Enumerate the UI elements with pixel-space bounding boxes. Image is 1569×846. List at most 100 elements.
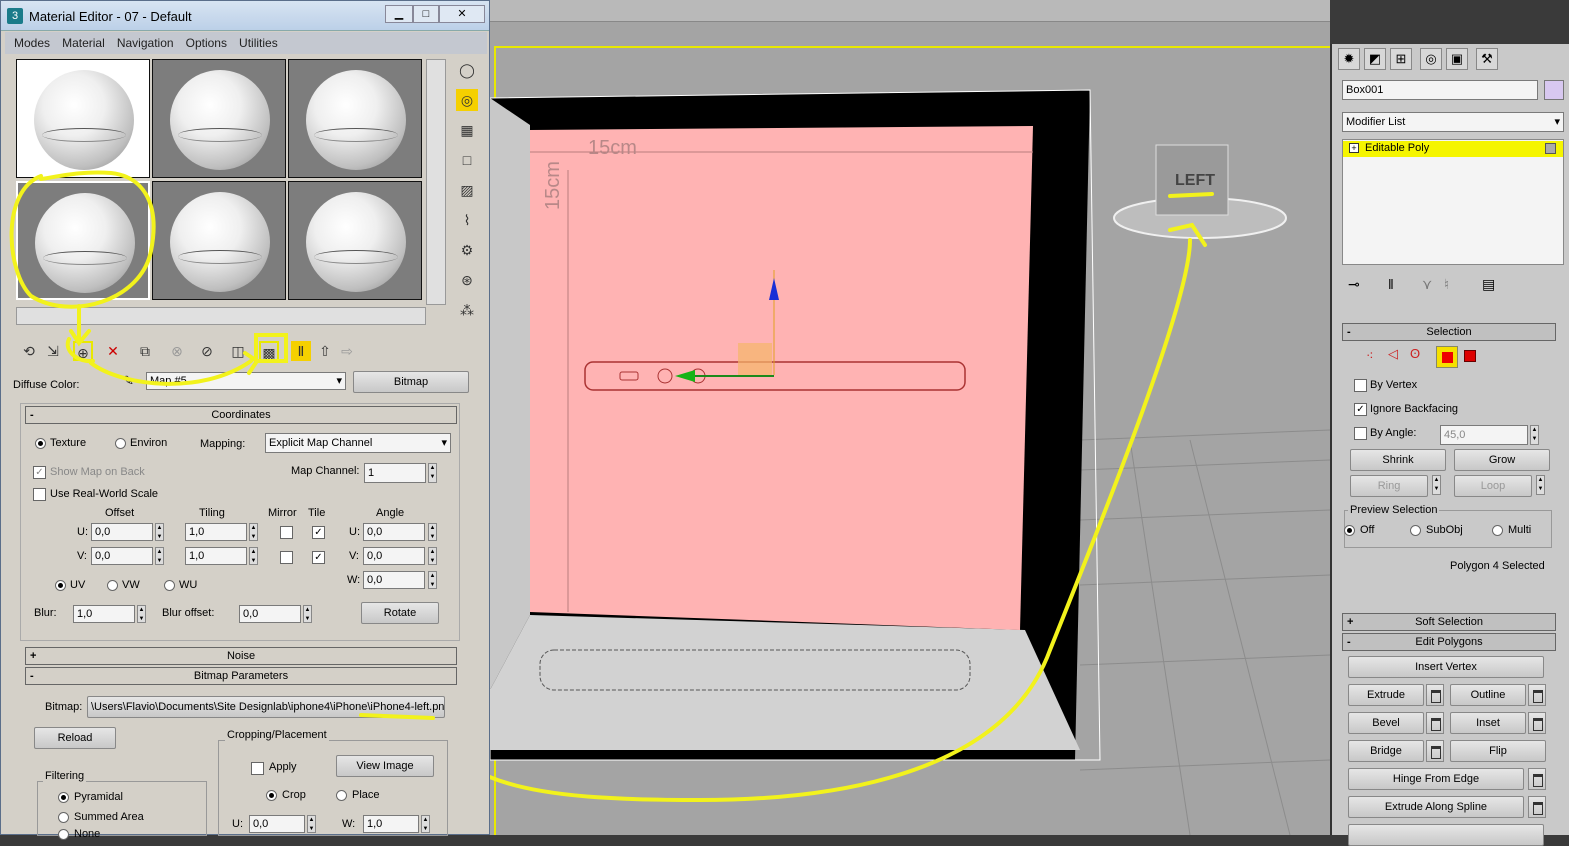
show-end-result-icon[interactable]: ‖ bbox=[1388, 276, 1394, 292]
stack-item-editable-poly[interactable]: + Editable Poly bbox=[1343, 141, 1563, 157]
tile-v-checkbox[interactable]: ✓ bbox=[312, 551, 325, 564]
angle-u-input[interactable]: 0,0 bbox=[363, 523, 425, 541]
hinge-settings-button[interactable] bbox=[1528, 768, 1546, 790]
make-preview-icon[interactable]: ⌇ bbox=[456, 209, 478, 231]
map-type-button[interactable]: Bitmap bbox=[353, 371, 469, 393]
remove-modifier-icon[interactable]: ♮ bbox=[1444, 276, 1449, 293]
maximize-icon[interactable]: □ bbox=[413, 5, 439, 23]
modifier-list-dropdown[interactable]: Modifier List ▾ bbox=[1342, 112, 1564, 132]
map-channel-input[interactable]: 1 bbox=[364, 463, 426, 483]
reload-button[interactable]: Reload bbox=[34, 727, 116, 749]
mirror-v-checkbox[interactable] bbox=[280, 551, 293, 564]
extrude-settings-button[interactable] bbox=[1426, 684, 1444, 706]
outline-settings-button[interactable] bbox=[1528, 684, 1546, 706]
summed-area-radio[interactable] bbox=[58, 812, 69, 823]
perspective-viewport[interactable]: 15cm 15cm LEFT bbox=[490, 0, 1330, 835]
sample-slot-3[interactable] bbox=[288, 59, 422, 178]
create-tab-icon[interactable]: ✹ bbox=[1338, 48, 1360, 70]
inset-settings-button[interactable] bbox=[1528, 712, 1546, 734]
sample-slot-1[interactable] bbox=[16, 59, 150, 178]
object-name-field[interactable]: Box001 bbox=[1342, 80, 1538, 100]
angle-threshold-input[interactable]: 45,0 bbox=[1440, 425, 1528, 445]
tiling-u-input[interactable]: 1,0 bbox=[185, 523, 247, 541]
extrude-button[interactable]: Extrude bbox=[1348, 684, 1424, 706]
pin-stack-icon[interactable]: ⊸ bbox=[1348, 276, 1360, 293]
crop-radio[interactable] bbox=[266, 790, 277, 801]
offset-v-spinner[interactable]: ▲ ▼ bbox=[155, 547, 164, 565]
sample-type-icon[interactable]: ◯ bbox=[456, 59, 478, 81]
angle-spinner[interactable]: ▲ ▼ bbox=[1530, 425, 1539, 445]
preview-subobj-radio[interactable] bbox=[1410, 525, 1421, 536]
menu-navigation[interactable]: Navigation bbox=[117, 36, 174, 50]
minimize-icon[interactable]: ▁ bbox=[385, 5, 413, 23]
preview-off-radio[interactable] bbox=[1344, 525, 1355, 536]
bitmap-parameters-header[interactable]: - Bitmap Parameters bbox=[25, 667, 457, 685]
menu-modes[interactable]: Modes bbox=[14, 36, 50, 50]
viewcube-face-label[interactable]: LEFT bbox=[1175, 172, 1215, 190]
bridge-settings-button[interactable] bbox=[1426, 740, 1444, 762]
show-map-on-back-checkbox[interactable]: ✓ bbox=[33, 466, 46, 479]
sample-uv-tiling-icon[interactable]: □ bbox=[456, 149, 478, 171]
reset-map-icon[interactable]: ✕ bbox=[103, 341, 123, 361]
next-button-partial[interactable] bbox=[1348, 824, 1544, 846]
crop-w-input[interactable]: 1,0 bbox=[363, 815, 419, 833]
show-map-in-viewport-icon[interactable]: ▩ bbox=[259, 341, 279, 361]
hinge-from-edge-button[interactable]: Hinge From Edge bbox=[1348, 768, 1524, 790]
polygon-mode-icon[interactable] bbox=[1436, 346, 1458, 368]
border-mode-icon[interactable]: ʘ bbox=[1410, 346, 1420, 361]
bevel-settings-button[interactable] bbox=[1426, 712, 1444, 734]
sample-slot-2[interactable] bbox=[152, 59, 286, 178]
element-mode-icon[interactable] bbox=[1464, 350, 1476, 362]
slot-horizontal-scrollbar[interactable] bbox=[16, 307, 426, 325]
map-name-field[interactable]: Map #5 ▾ bbox=[146, 372, 346, 390]
coordinates-header[interactable]: - Coordinates bbox=[25, 406, 457, 424]
sample-slot-6[interactable] bbox=[288, 181, 422, 300]
make-unique-icon[interactable]: ⊗ bbox=[167, 341, 187, 361]
loop-button[interactable]: Loop bbox=[1454, 475, 1532, 497]
go-forward-to-sibling-icon[interactable]: ⇨ bbox=[337, 341, 357, 361]
tile-u-checkbox[interactable]: ✓ bbox=[312, 526, 325, 539]
slot-vertical-scrollbar[interactable] bbox=[426, 59, 446, 305]
blur-offset-spinner[interactable]: ▲ ▼ bbox=[303, 605, 312, 623]
hierarchy-tab-icon[interactable]: ⊞ bbox=[1390, 48, 1412, 70]
rotate-button[interactable]: Rotate bbox=[361, 602, 439, 624]
preview-multi-radio[interactable] bbox=[1492, 525, 1503, 536]
extrude-along-spline-button[interactable]: Extrude Along Spline bbox=[1348, 796, 1524, 818]
crop-w-spinner[interactable]: ▲ ▼ bbox=[421, 815, 430, 833]
utilities-tab-icon[interactable]: ⚒ bbox=[1476, 48, 1498, 70]
ring-spinner[interactable]: ▲ ▼ bbox=[1432, 475, 1441, 495]
get-material-icon[interactable]: ⟲ bbox=[19, 341, 39, 361]
place-radio[interactable] bbox=[336, 790, 347, 801]
menu-utilities[interactable]: Utilities bbox=[239, 36, 278, 50]
edge-mode-icon[interactable]: ◁ bbox=[1388, 346, 1398, 362]
ring-button[interactable]: Ring bbox=[1350, 475, 1428, 497]
mapping-dropdown[interactable]: Explicit Map Channel ▾ bbox=[265, 433, 451, 453]
menu-material[interactable]: Material bbox=[62, 36, 105, 50]
angle-w-input[interactable]: 0,0 bbox=[363, 571, 425, 589]
bridge-button[interactable]: Bridge bbox=[1348, 740, 1424, 762]
noise-header[interactable]: + Noise bbox=[25, 647, 457, 665]
modify-tab-icon[interactable]: ◩ bbox=[1364, 48, 1386, 70]
vertex-mode-icon[interactable]: ⁖ bbox=[1366, 348, 1374, 364]
sample-slot-4-active[interactable] bbox=[16, 181, 150, 300]
assign-to-selection-icon[interactable]: ⊕ bbox=[73, 341, 93, 361]
show-end-result-icon[interactable]: Ⅱ bbox=[291, 341, 311, 361]
tiling-u-spinner[interactable]: ▲ ▼ bbox=[249, 523, 258, 541]
grow-button[interactable]: Grow bbox=[1454, 449, 1550, 471]
texture-radio[interactable] bbox=[35, 438, 46, 449]
blur-offset-input[interactable]: 0,0 bbox=[239, 605, 301, 623]
outline-button[interactable]: Outline bbox=[1450, 684, 1526, 706]
view-image-button[interactable]: View Image bbox=[336, 755, 434, 777]
material-map-navigator-icon[interactable]: ⁂ bbox=[456, 299, 478, 321]
crop-u-spinner[interactable]: ▲ ▼ bbox=[307, 815, 316, 833]
material-id-channel-icon[interactable]: ◫ bbox=[228, 341, 248, 361]
angle-u-spinner[interactable]: ▲ ▼ bbox=[428, 523, 437, 541]
eyedropper-icon[interactable]: ✎ bbox=[123, 373, 134, 389]
ignore-backfacing-checkbox[interactable]: ✓ bbox=[1354, 403, 1367, 416]
flip-button[interactable]: Flip bbox=[1450, 740, 1546, 762]
soft-selection-rollout-header[interactable]: + Soft Selection bbox=[1342, 613, 1556, 631]
map-channel-spinner[interactable]: ▲ ▼ bbox=[428, 463, 437, 483]
bitmap-path-button[interactable]: \Users\Flavio\Documents\Site Designlab\i… bbox=[87, 696, 445, 718]
angle-v-input[interactable]: 0,0 bbox=[363, 547, 425, 565]
shrink-button[interactable]: Shrink bbox=[1350, 449, 1446, 471]
